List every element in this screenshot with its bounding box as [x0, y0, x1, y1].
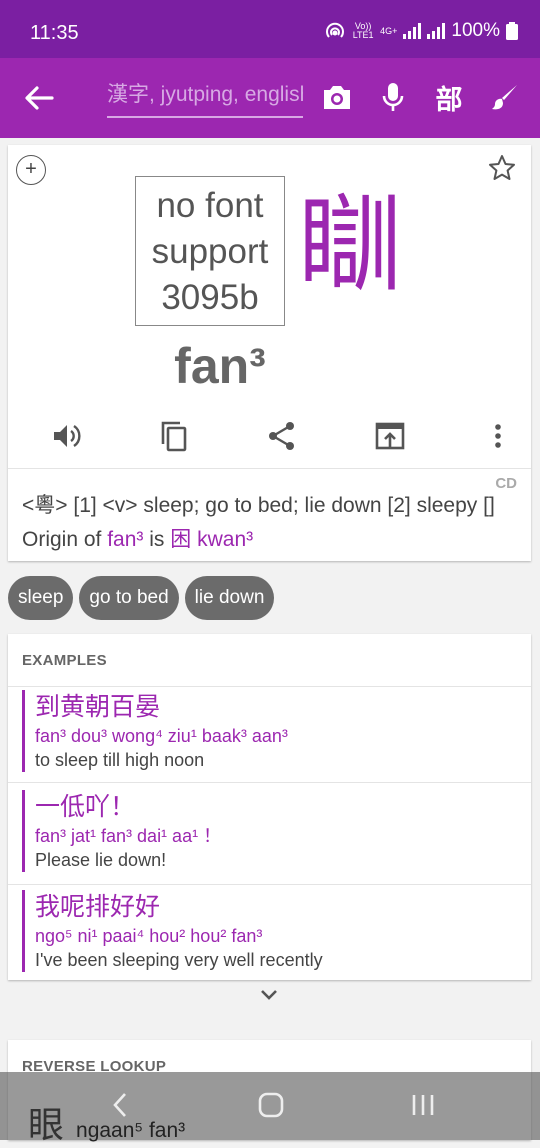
- no-font-line: support: [151, 232, 269, 271]
- example-english: I've been sleeping very well recently: [35, 950, 323, 970]
- origin-is: is: [149, 528, 165, 551]
- example-chinese: 我呢排好好: [35, 892, 161, 921]
- network-label: 4G+: [380, 25, 398, 36]
- open-external-icon[interactable]: [374, 420, 406, 452]
- status-icons: Vo)) LTE1 4G+ 100%: [324, 20, 518, 42]
- example-jyutping: fan³ jat¹ fan³ dai¹ aa¹ ！: [35, 826, 222, 846]
- meaning-chips: sleep go to bed lie down: [8, 576, 275, 620]
- radical-label: 部: [435, 84, 463, 116]
- status-bar: 11:35 Vo)) LTE1 4G+ 100%: [0, 0, 540, 58]
- origin-label: Origin of: [22, 528, 102, 551]
- origin-jyutping: fan³: [107, 528, 144, 551]
- example-item[interactable]: 我呢排好好 ngo⁵ ni¹ paai⁴ hou² hou² fan³ I've…: [22, 890, 522, 972]
- divider: [8, 884, 531, 885]
- entry-card: + no font support 3095b 瞓 fan³ CD <粵> [1…: [8, 145, 531, 561]
- example-jyutping: fan³ dou³ wong⁴ ziu¹ baak³ aan³: [35, 726, 288, 746]
- example-item[interactable]: 到黄朝百晏 fan³ dou³ wong⁴ ziu¹ baak³ aan³ to…: [22, 690, 522, 772]
- battery-label: 100%: [451, 20, 500, 41]
- add-button[interactable]: +: [16, 155, 46, 185]
- entry-character: 瞓: [298, 184, 403, 306]
- example-chinese: 到黄朝百晏: [35, 692, 161, 721]
- reverse-char: 眼: [28, 1105, 65, 1146]
- example-english: Please lie down!: [35, 850, 167, 870]
- brush-icon: [492, 85, 517, 110]
- chip-sleep[interactable]: sleep: [8, 576, 74, 620]
- radical-button[interactable]: 部: [432, 80, 466, 116]
- signal-icon: [403, 23, 422, 39]
- plus-icon: +: [25, 158, 37, 180]
- speaker-icon[interactable]: [50, 420, 82, 452]
- examples-title: EXAMPLES: [22, 652, 107, 669]
- origin-line: Origin of fan³ is 困 kwan³: [22, 523, 522, 557]
- example-jyutping: ngo⁵ ni¹ paai⁴ hou² hou² fan³: [35, 926, 263, 946]
- camera-icon: [324, 86, 350, 109]
- chip-lie-down[interactable]: lie down: [184, 576, 275, 620]
- more-vert-icon[interactable]: [482, 420, 514, 452]
- nav-home-icon[interactable]: [256, 1090, 286, 1120]
- nav-back-icon[interactable]: [106, 1090, 136, 1120]
- voice-button[interactable]: [376, 80, 410, 114]
- divider: [8, 782, 531, 783]
- chevron-down-icon[interactable]: [259, 987, 279, 1003]
- no-font-line: no font: [156, 186, 264, 225]
- back-arrow-icon[interactable]: [22, 82, 56, 114]
- divider: [8, 468, 531, 469]
- handwriting-button[interactable]: [488, 80, 522, 114]
- action-row: [8, 415, 531, 455]
- example-item[interactable]: 一低吖！ fan³ jat¹ fan³ dai¹ aa¹ ！ Please li…: [22, 790, 522, 872]
- volte-label: Vo)) LTE1: [352, 21, 374, 40]
- search-field: [107, 76, 303, 118]
- search-input[interactable]: [107, 76, 303, 114]
- no-font-placeholder: no font support 3095b: [135, 176, 285, 326]
- hotspot-icon: [326, 22, 345, 38]
- no-font-line: 3095b: [161, 278, 259, 317]
- entry-jyutping: fan³: [174, 338, 266, 394]
- examples-card: EXAMPLES 到黄朝百晏 fan³ dou³ wong⁴ ziu¹ baak…: [8, 634, 531, 980]
- reverse-jyutping: ngaan⁵ fan³: [76, 1119, 186, 1142]
- example-chinese: 一低吖！: [35, 792, 136, 821]
- battery-icon: [506, 22, 518, 40]
- app-bar: 部: [0, 58, 540, 138]
- origin-target-link[interactable]: 困 kwan³: [170, 528, 253, 551]
- divider: [8, 686, 531, 687]
- nav-recents-icon[interactable]: [408, 1090, 438, 1120]
- signal-icon-2: [427, 23, 446, 39]
- origin-char-link[interactable]: fan³: [107, 528, 143, 551]
- camera-button[interactable]: [320, 80, 354, 114]
- microphone-icon: [382, 83, 404, 111]
- status-time: 11:35: [30, 22, 79, 44]
- example-english: to sleep till high noon: [35, 750, 205, 770]
- definition-text: <粵> [1] <v> sleep; go to bed; lie down […: [22, 494, 495, 517]
- chip-go-to-bed[interactable]: go to bed: [79, 576, 179, 620]
- definition: <粵> [1] <v> sleep; go to bed; lie down […: [22, 489, 522, 557]
- star-icon[interactable]: [487, 153, 517, 183]
- copy-icon[interactable]: [158, 420, 190, 452]
- share-icon[interactable]: [266, 420, 298, 452]
